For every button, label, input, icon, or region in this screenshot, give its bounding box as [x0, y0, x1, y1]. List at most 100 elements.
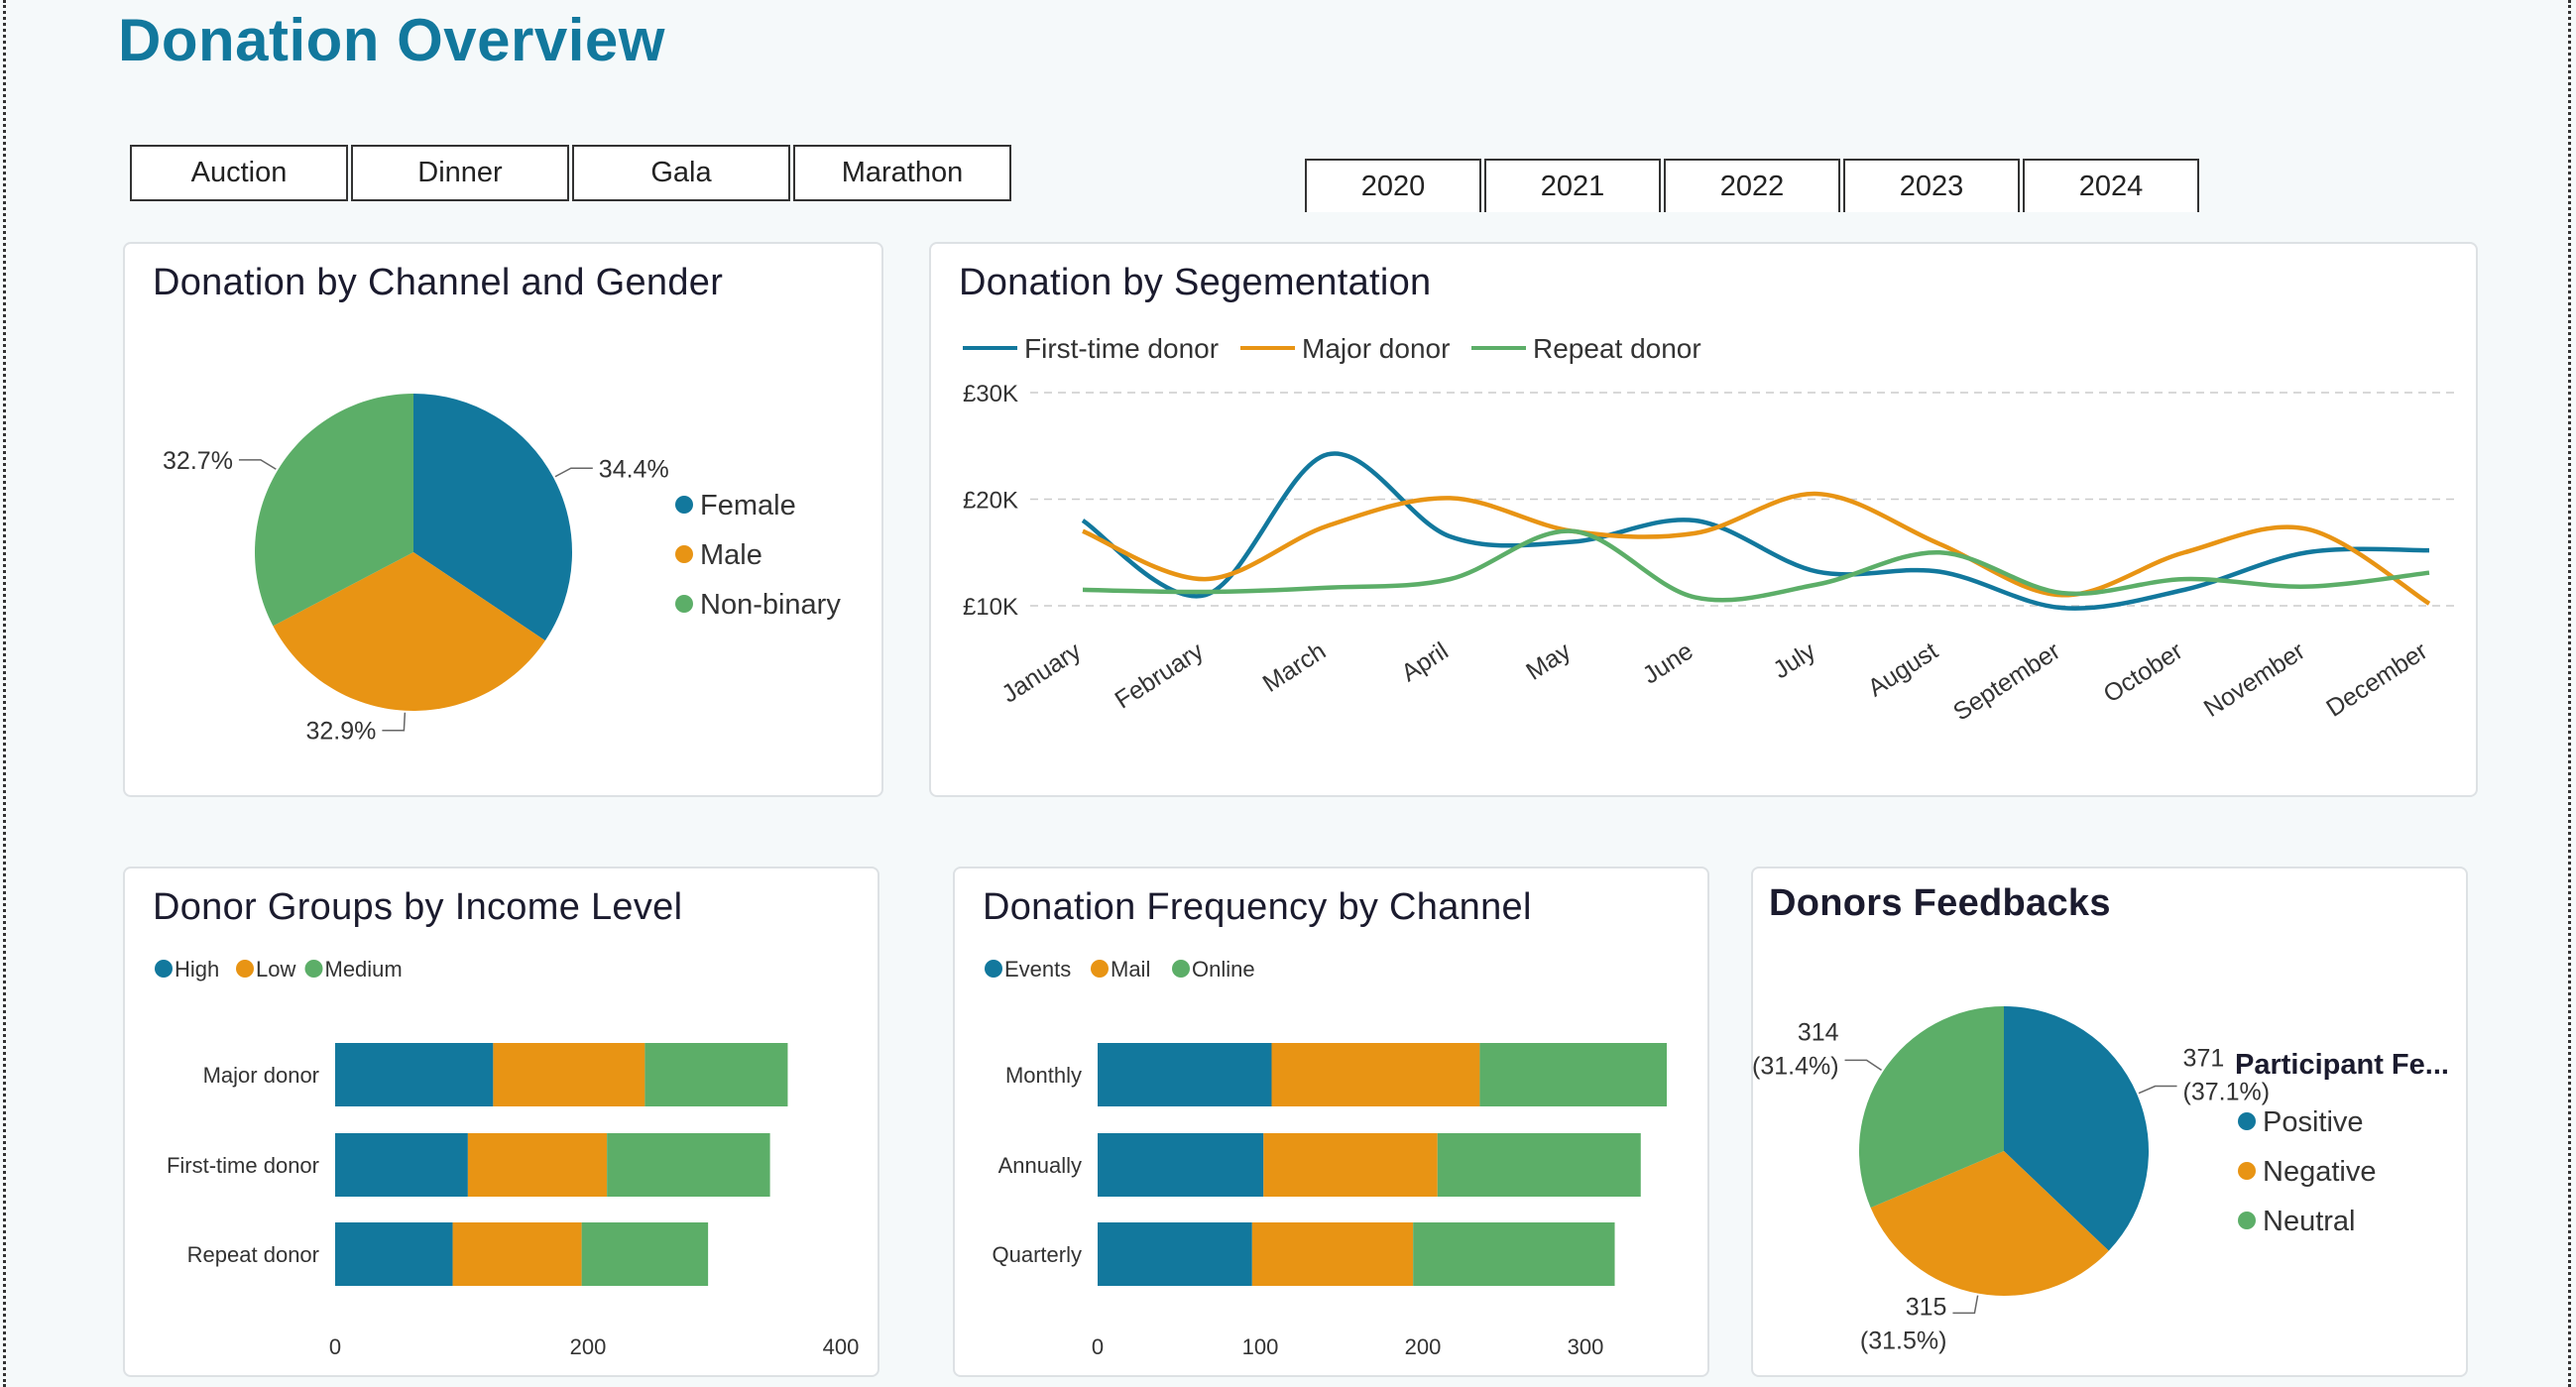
y-tick-label: £30K: [963, 381, 1018, 407]
page-title: Donation Overview: [118, 7, 665, 73]
bar-segment-medium: [581, 1222, 709, 1286]
x-tick-label: 200: [570, 1334, 607, 1359]
pie-percent-label: (37.1%): [2183, 1079, 2271, 1106]
x-tick-label: April: [1396, 637, 1453, 688]
x-tick-label: February: [1111, 636, 1210, 714]
pie-leader-line: [2138, 1085, 2177, 1095]
legend-marker-male: [675, 545, 693, 563]
pie-leader-line: [1844, 1059, 1882, 1071]
y-category-label: Major donor: [203, 1063, 319, 1088]
frequency-card: Donation Frequency by Channel Events Mail…: [953, 867, 1709, 1377]
series-line-0: [1081, 451, 2430, 611]
legend-marker-high: [155, 960, 173, 978]
bar-segment-medium: [644, 1043, 788, 1106]
x-tick-label: 0: [1092, 1334, 1104, 1359]
x-tick-label: June: [1638, 637, 1698, 690]
bar-segment-online: [1479, 1043, 1667, 1106]
x-tick-label: January: [996, 636, 1086, 708]
x-tick-label: 100: [1242, 1334, 1279, 1359]
year-2022-button[interactable]: 2022: [1664, 159, 1840, 212]
year-2021-button[interactable]: 2021: [1484, 159, 1661, 212]
x-tick-label: May: [1521, 636, 1576, 685]
legend-label-1: Major donor: [1302, 333, 1450, 364]
pie-leader-line: [238, 459, 277, 470]
legend-label-neutral: Neutral: [2263, 1206, 2356, 1237]
pie-value-label: 32.9%: [306, 718, 377, 746]
y-category-label: First-time donor: [167, 1153, 319, 1178]
x-tick-label: September: [1948, 637, 2065, 727]
pie-value-label: 314: [1798, 1018, 1839, 1046]
pie-value-label: 371: [2183, 1045, 2225, 1073]
x-tick-label: December: [2321, 637, 2432, 723]
pie-leader-line: [382, 712, 407, 732]
event-marathon-button[interactable]: Marathon: [793, 145, 1011, 201]
bar-segment-events: [1098, 1222, 1252, 1286]
bar-segment-events: [1098, 1043, 1272, 1106]
year-2023-button[interactable]: 2023: [1843, 159, 2020, 212]
pie-value-label: 32.7%: [163, 447, 233, 475]
income-bar-chart: High Low Medium Major donor First-time donor…: [155, 957, 859, 1359]
year-2020-button[interactable]: 2020: [1305, 159, 1481, 212]
legend-label-mail: Mail: [1111, 957, 1150, 982]
y-category-label: Annually: [998, 1153, 1082, 1178]
y-category-label: Monthly: [1005, 1063, 1082, 1088]
pie-leader-line: [1952, 1295, 1979, 1315]
y-tick-label: £20K: [963, 488, 1018, 515]
event-auction-button[interactable]: Auction: [130, 145, 348, 201]
channel-gender-card: Donation by Channel and Gender 34.4% 32.9…: [123, 242, 883, 797]
pie-value-label: 34.4%: [599, 455, 669, 483]
event-gala-button[interactable]: Gala: [572, 145, 790, 201]
bar-segment-low: [467, 1133, 608, 1197]
legend-marker-online: [1172, 960, 1190, 978]
feedback-pie-chart: 371 (37.1%) 315 (31.5%) 314 (31.4%) Participan…: [1753, 1006, 2449, 1354]
legend-label-non-binary: Non-binary: [700, 589, 841, 621]
y-category-label: Repeat donor: [187, 1242, 319, 1267]
segmentation-line-chart: First-time donor Major donor Repeat donor £…: [963, 333, 2458, 727]
legend-marker-negative: [2238, 1162, 2256, 1180]
legend-marker-neutral: [2238, 1212, 2256, 1229]
page-left-border: [3, 0, 6, 1387]
legend-marker-low: [236, 960, 254, 978]
year-slicer: 2020 2021 2022 2023 2024: [1305, 159, 2202, 212]
x-tick-label: 0: [329, 1334, 341, 1359]
legend-label-male: Male: [700, 539, 762, 571]
legend-label-low: Low: [256, 957, 295, 982]
segmentation-card: Donation by Segementation First-time don…: [929, 242, 2478, 797]
bar-segment-medium: [607, 1133, 770, 1197]
feedback-card: Donors Feedbacks 371 (37.1%) 315 (31.5%) 314…: [1751, 867, 2468, 1377]
legend-label-online: Online: [1192, 957, 1255, 982]
event-dinner-button[interactable]: Dinner: [351, 145, 569, 201]
series-line-2: [1082, 528, 2430, 603]
bar-segment-mail: [1271, 1043, 1480, 1106]
legend-title: Participant Fe...: [2235, 1049, 2449, 1081]
x-tick-label: July: [1768, 636, 1820, 684]
x-tick-label: 200: [1405, 1334, 1442, 1359]
bar-segment-high: [335, 1133, 468, 1197]
x-tick-label: November: [2199, 637, 2310, 723]
legend-label-events: Events: [1004, 957, 1071, 982]
bar-segment-mail: [1251, 1222, 1414, 1286]
pie-leader-line: [554, 467, 593, 478]
bar-segment-events: [1098, 1133, 1264, 1197]
legend-label-negative: Negative: [2263, 1156, 2376, 1188]
y-category-label: Quarterly: [993, 1242, 1082, 1267]
bar-segment-online: [1413, 1222, 1615, 1286]
legend-marker-positive: [2238, 1112, 2256, 1130]
bar-segment-high: [335, 1222, 453, 1286]
frequency-bar-chart: Events Mail Online Monthly Annually Quarterly…: [985, 957, 1667, 1359]
legend-label-female: Female: [700, 490, 796, 521]
income-card: Donor Groups by Income Level High Low Medi…: [123, 867, 879, 1377]
legend-label-high: High: [175, 957, 219, 982]
legend-label-2: Repeat donor: [1533, 333, 1701, 364]
channel-gender-pie-chart: 34.4% 32.9% 32.7% Female Male Non-binary: [163, 394, 841, 746]
legend-marker-mail: [1091, 960, 1109, 978]
event-slicer: Auction Dinner Gala Marathon: [130, 145, 1014, 201]
legend-label-positive: Positive: [2263, 1106, 2364, 1138]
bar-segment-low: [493, 1043, 645, 1106]
x-tick-label: 300: [1568, 1334, 1604, 1359]
legend-label-0: First-time donor: [1024, 333, 1219, 364]
year-2024-button[interactable]: 2024: [2023, 159, 2199, 212]
bar-segment-high: [335, 1043, 494, 1106]
pie-percent-label: (31.5%): [1860, 1327, 1947, 1354]
legend-label-medium: Medium: [325, 957, 403, 982]
